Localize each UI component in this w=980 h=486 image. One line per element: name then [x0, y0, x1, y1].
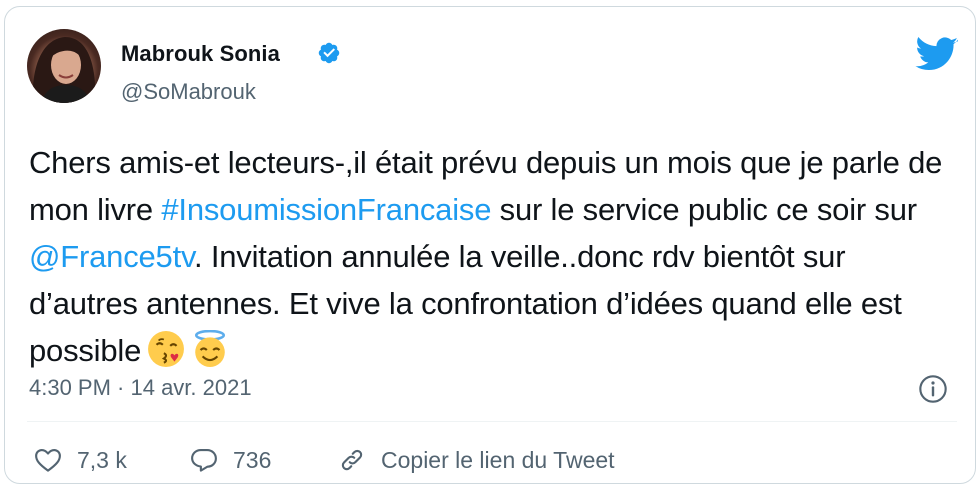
avatar[interactable] [27, 29, 101, 103]
reply-button[interactable]: 736 [189, 445, 271, 475]
divider [27, 421, 957, 422]
tweet-text-segment: sur le service public ce soir sur [491, 192, 917, 227]
reply-bubble-icon [191, 448, 217, 472]
author-handle[interactable]: @SoMabrouk [121, 79, 256, 105]
mention-link[interactable]: @France5tv [29, 239, 194, 274]
tweet-timestamp[interactable]: 4:30 PM · 14 avr. 2021 [29, 375, 252, 401]
tweet-card: Mabrouk Sonia @SoMabrouk Chers amis-et l… [4, 6, 976, 484]
twitter-bird-icon[interactable] [915, 37, 959, 73]
smiling-face-with-halo-emoji [191, 330, 229, 368]
like-button[interactable]: 7,3 k [33, 445, 127, 475]
avatar-photo [32, 37, 96, 103]
tweet-text: Chers amis-et lecteurs-,il était prévu d… [29, 139, 959, 374]
like-count: 7,3 k [77, 446, 127, 473]
heart-icon [35, 448, 61, 472]
info-icon[interactable] [917, 373, 949, 405]
reply-count: 736 [233, 446, 272, 473]
copy-link-button[interactable]: Copier le lien du Tweet [337, 445, 615, 475]
face-blowing-kiss-emoji [147, 330, 185, 368]
verified-badge-icon [318, 42, 340, 64]
hashtag-link[interactable]: #InsoumissionFrancaise [161, 192, 491, 227]
copy-link-label: Copier le lien du Tweet [381, 446, 615, 473]
author-display-name[interactable]: Mabrouk Sonia [121, 41, 280, 67]
link-icon [341, 449, 363, 471]
